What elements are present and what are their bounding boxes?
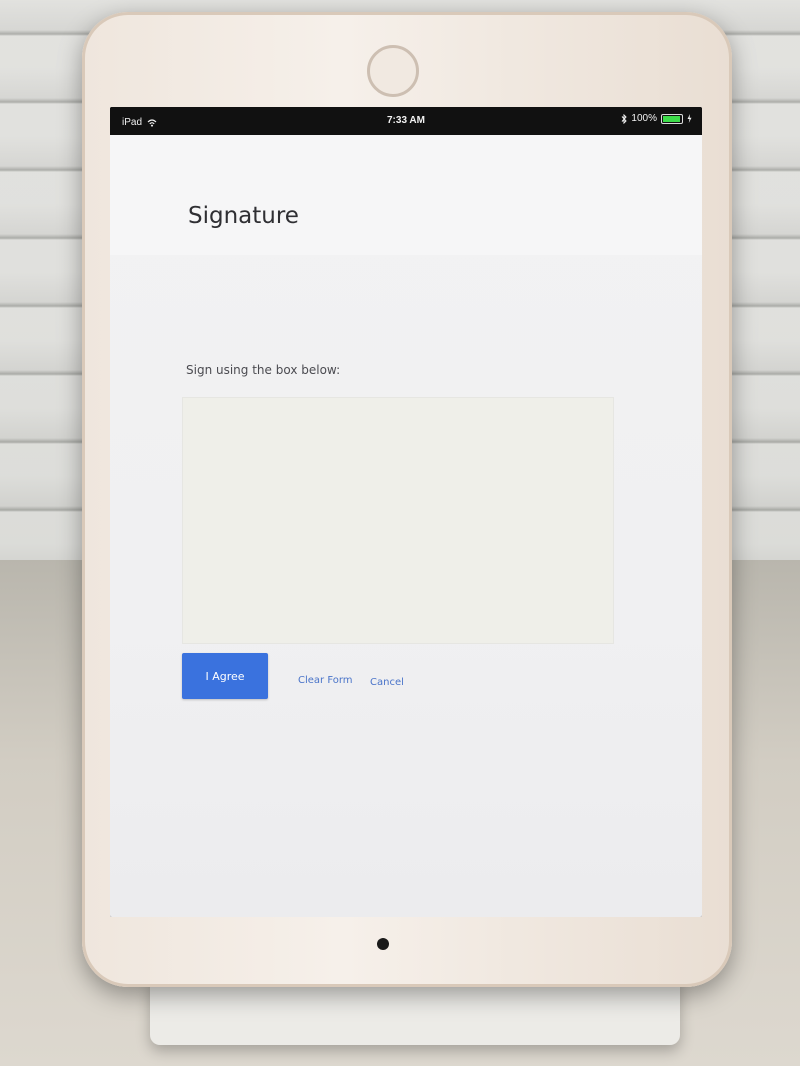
- status-right: 100%: [621, 113, 692, 124]
- battery-icon: [661, 113, 683, 124]
- cancel-button[interactable]: Cancel: [370, 677, 404, 688]
- battery-fill: [663, 115, 680, 122]
- agree-button[interactable]: I Agree: [182, 653, 268, 699]
- bluetooth-icon: [621, 113, 628, 124]
- charging-icon: [687, 114, 692, 123]
- battery-percent: 100%: [631, 113, 657, 124]
- home-button[interactable]: [367, 45, 419, 97]
- page-title: Signature: [188, 203, 299, 229]
- clear-form-button[interactable]: Clear Form: [298, 675, 353, 686]
- ipad-device: iPad 7:33 AM 100% Signature Sign using t…: [82, 12, 732, 987]
- status-time: 7:33 AM: [387, 115, 425, 126]
- ipad-screen: iPad 7:33 AM 100% Signature Sign using t…: [110, 107, 702, 917]
- status-bar: iPad 7:33 AM 100%: [110, 107, 702, 135]
- header-band: [110, 135, 702, 255]
- signature-form: Signature Sign using the box below: I Ag…: [110, 135, 702, 917]
- signature-pad[interactable]: [182, 397, 614, 644]
- camera-dot: [377, 938, 389, 950]
- sign-instruction: Sign using the box below:: [186, 363, 341, 377]
